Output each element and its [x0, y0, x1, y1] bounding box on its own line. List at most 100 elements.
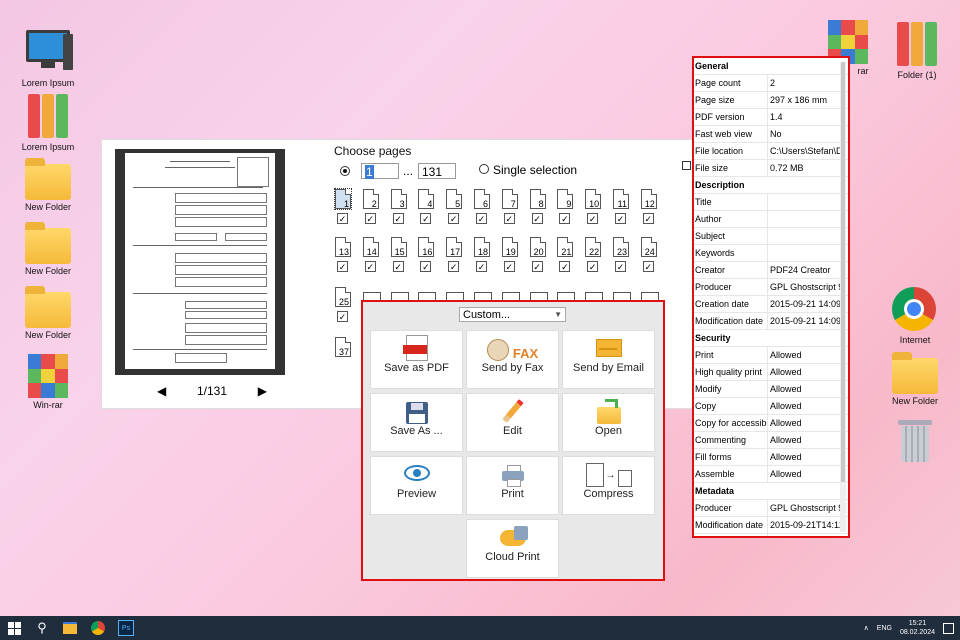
- properties-row[interactable]: Print Allowed: [694, 347, 848, 364]
- chrome-taskbar-button[interactable]: [84, 616, 112, 640]
- page-thumb[interactable]: 6 ✓: [474, 189, 494, 224]
- page-thumb[interactable]: 24 ✓: [640, 237, 661, 272]
- properties-scrollbar[interactable]: [840, 62, 846, 532]
- page-thumb-checkbox[interactable]: ✓: [615, 213, 626, 224]
- properties-row[interactable]: PDF version 1.4: [694, 109, 848, 126]
- desktop-icon-computer[interactable]: Lorem Ipsum: [8, 26, 88, 88]
- desktop-icon-folder[interactable]: New Folder: [8, 222, 88, 276]
- properties-row[interactable]: Title: [694, 194, 848, 211]
- range-from-input[interactable]: 1: [361, 163, 399, 179]
- profile-dropdown[interactable]: Custom... ▼: [459, 307, 566, 322]
- page-thumb[interactable]: 10 ✓: [585, 189, 605, 224]
- page-thumb-checkbox[interactable]: ✓: [642, 213, 654, 224]
- page-thumb-checkbox[interactable]: ✓: [337, 311, 348, 322]
- clock[interactable]: 15:21 08.02.2024: [900, 619, 935, 637]
- open-button[interactable]: Open: [562, 393, 655, 452]
- page-thumb-checkbox[interactable]: ✓: [503, 213, 515, 224]
- range-to-input[interactable]: 131: [418, 163, 456, 179]
- page-thumb-checkbox[interactable]: ✓: [642, 261, 654, 272]
- page-thumb-checkbox[interactable]: ✓: [337, 213, 348, 224]
- search-button[interactable]: ⚲: [28, 616, 56, 640]
- page-thumb[interactable]: 8 ✓: [529, 189, 550, 224]
- desktop-icon-chrome[interactable]: Internet: [875, 287, 955, 345]
- next-page-button[interactable]: ▶: [258, 384, 267, 398]
- page-thumb-checkbox[interactable]: ✓: [364, 261, 376, 272]
- page-thumb[interactable]: 22 ✓: [585, 237, 605, 272]
- save-as-button[interactable]: Save As ...: [370, 393, 463, 452]
- page-thumb[interactable]: 14 ✓: [362, 237, 383, 272]
- properties-row[interactable]: Creation date2015-09-21T14:12: [694, 534, 848, 536]
- desktop-icon-folder[interactable]: New Folder: [875, 352, 955, 406]
- properties-row[interactable]: Commenting Allowed: [694, 432, 848, 449]
- language-indicator[interactable]: ENG: [877, 625, 892, 632]
- properties-row[interactable]: Fast web view No: [694, 126, 848, 143]
- properties-row[interactable]: Copy Allowed: [694, 398, 848, 415]
- properties-row[interactable]: Fill forms Allowed: [694, 449, 848, 466]
- page-thumb-checkbox[interactable]: ✓: [587, 261, 599, 272]
- desktop-icon-binders[interactable]: Lorem Ipsum: [8, 94, 88, 152]
- single-selection-radio[interactable]: [479, 164, 489, 174]
- page-thumb-checkbox[interactable]: ✓: [420, 261, 432, 272]
- page-thumb-checkbox[interactable]: ✓: [559, 213, 571, 224]
- properties-row[interactable]: Subject: [694, 228, 848, 245]
- print-button[interactable]: Print: [466, 456, 559, 515]
- page-thumb-checkbox[interactable]: ✓: [476, 261, 487, 272]
- range-radio[interactable]: [340, 166, 350, 176]
- page-thumb[interactable]: 4 ✓: [418, 189, 438, 224]
- properties-row[interactable]: Author: [694, 211, 848, 228]
- page-thumb-checkbox[interactable]: ✓: [392, 261, 404, 272]
- page-thumb[interactable]: 1 ✓: [334, 188, 355, 224]
- properties-row[interactable]: File size 0.72 MB: [694, 160, 848, 177]
- page-thumb[interactable]: 2 ✓: [362, 189, 383, 224]
- properties-row[interactable]: Copy for accessibl Allowed: [694, 415, 848, 432]
- page-thumb[interactable]: 5 ✓: [446, 189, 466, 224]
- page-thumb[interactable]: 23 ✓: [613, 237, 633, 272]
- send-by-fax-button[interactable]: FAX Send by Fax: [466, 330, 559, 389]
- page-thumb-checkbox[interactable]: ✓: [503, 261, 515, 272]
- page-thumb[interactable]: 13 ✓: [335, 237, 355, 272]
- prev-page-button[interactable]: ◀: [157, 384, 166, 398]
- page-thumb-checkbox[interactable]: ✓: [448, 261, 460, 272]
- send-by-email-button[interactable]: Send by Email: [562, 330, 655, 389]
- page-thumb[interactable]: 15 ✓: [390, 237, 411, 272]
- chevron-up-icon[interactable]: ∧: [864, 624, 869, 632]
- edit-button[interactable]: Edit: [466, 393, 559, 452]
- desktop-icon-folder[interactable]: New Folder: [8, 158, 88, 212]
- page-thumb-checkbox[interactable]: ✓: [420, 213, 432, 224]
- properties-row[interactable]: Page count 2: [694, 75, 848, 92]
- page-thumb[interactable]: 25 ✓: [335, 287, 355, 322]
- properties-row[interactable]: File location C:\Users\Stefan\De: [694, 143, 848, 160]
- page-thumb-checkbox[interactable]: ✓: [476, 213, 487, 224]
- compress-button[interactable]: → Compress: [562, 456, 655, 515]
- desktop-icon-folder[interactable]: New Folder: [8, 286, 88, 340]
- file-explorer-button[interactable]: [56, 616, 84, 640]
- photoshop-button[interactable]: Ps: [112, 616, 140, 640]
- page-thumb[interactable]: 18 ✓: [474, 237, 494, 272]
- properties-row[interactable]: Creation date 2015-09-21 14:09:: [694, 296, 848, 313]
- preview-button[interactable]: Preview: [370, 456, 463, 515]
- page-thumb-checkbox[interactable]: ✓: [448, 213, 460, 224]
- desktop-icon-binders[interactable]: Folder (1): [877, 22, 957, 80]
- save-as-pdf-button[interactable]: Save as PDF: [370, 330, 463, 389]
- page-thumb-checkbox[interactable]: ✓: [531, 261, 543, 272]
- properties-row[interactable]: Producer GPL Ghostscript 9.: [694, 500, 848, 517]
- desktop-icon-recycle-bin[interactable]: [875, 418, 955, 468]
- properties-row[interactable]: High quality print Allowed: [694, 364, 848, 381]
- notification-icon[interactable]: [943, 622, 954, 634]
- desktop-icon-winrar[interactable]: Win-rar: [8, 354, 88, 410]
- properties-row[interactable]: Modify Allowed: [694, 381, 848, 398]
- page-thumb[interactable]: 11 ✓: [613, 189, 633, 224]
- page-thumb[interactable]: 9 ✓: [557, 189, 577, 224]
- page-thumb-checkbox[interactable]: ✓: [615, 261, 626, 272]
- properties-row[interactable]: Keywords: [694, 245, 848, 262]
- page-thumb[interactable]: 12 ✓: [640, 189, 661, 224]
- page-thumb[interactable]: 3 ✓: [390, 189, 411, 224]
- page-thumb[interactable]: 37: [335, 337, 355, 357]
- page-thumb-checkbox[interactable]: ✓: [364, 213, 376, 224]
- properties-row[interactable]: Modification date 2015-09-21 14:09:: [694, 313, 848, 330]
- page-thumb-checkbox[interactable]: ✓: [587, 213, 599, 224]
- page-thumb-checkbox[interactable]: ✓: [531, 213, 543, 224]
- page-thumb[interactable]: 16 ✓: [418, 237, 438, 272]
- properties-row[interactable]: Producer GPL Ghostscript 9.: [694, 279, 848, 296]
- start-button[interactable]: [0, 616, 28, 640]
